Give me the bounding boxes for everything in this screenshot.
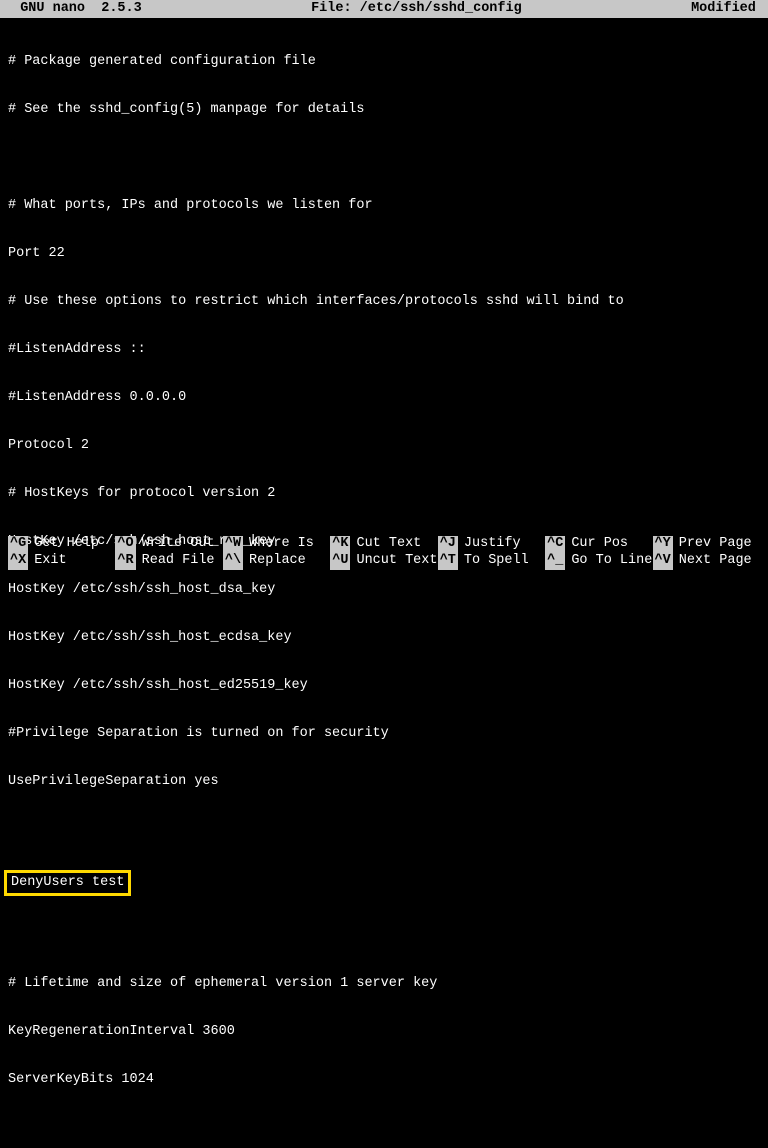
shortcut-bar: ^GGet Help ^OWrite Out ^WWhere Is ^KCut … bbox=[0, 536, 768, 574]
shortcut-cur-pos[interactable]: ^CCur Pos bbox=[545, 536, 652, 553]
editor-content[interactable]: # Package generated configuration file #… bbox=[0, 18, 768, 1148]
file-line: # Package generated configuration file bbox=[8, 54, 760, 70]
file-line: # See the sshd_config(5) manpage for det… bbox=[8, 102, 760, 118]
file-line bbox=[8, 822, 760, 838]
file-line: Port 22 bbox=[8, 246, 760, 262]
file-line: HostKey /etc/ssh/ssh_host_ed25519_key bbox=[8, 678, 760, 694]
shortcut-prev-page[interactable]: ^YPrev Page bbox=[653, 536, 760, 553]
shortcut-justify[interactable]: ^JJustify bbox=[438, 536, 545, 553]
shortcut-get-help[interactable]: ^GGet Help bbox=[8, 536, 115, 553]
file-line bbox=[8, 928, 760, 944]
shortcut-row-2: ^XExit ^RRead File ^\Replace ^UUncut Tex… bbox=[8, 553, 760, 570]
app-name: GNU nano 2.5.3 bbox=[4, 1, 142, 17]
file-path: File: /etc/ssh/sshd_config bbox=[142, 1, 691, 17]
highlighted-line-box: DenyUsers test bbox=[8, 870, 760, 896]
file-line: # What ports, IPs and protocols we liste… bbox=[8, 198, 760, 214]
file-line: #ListenAddress 0.0.0.0 bbox=[8, 390, 760, 406]
file-line: KeyRegenerationInterval 3600 bbox=[8, 1024, 760, 1040]
modified-status: Modified bbox=[691, 1, 764, 17]
shortcut-where-is[interactable]: ^WWhere Is bbox=[223, 536, 330, 553]
shortcut-go-to-line[interactable]: ^_Go To Line bbox=[545, 553, 652, 570]
shortcut-write-out[interactable]: ^OWrite Out bbox=[115, 536, 222, 553]
file-line: UsePrivilegeSeparation yes bbox=[8, 774, 760, 790]
shortcut-row-1: ^GGet Help ^OWrite Out ^WWhere Is ^KCut … bbox=[8, 536, 760, 553]
editor-titlebar: GNU nano 2.5.3 File: /etc/ssh/sshd_confi… bbox=[0, 0, 768, 18]
file-line: # HostKeys for protocol version 2 bbox=[8, 486, 760, 502]
file-line: #Privilege Separation is turned on for s… bbox=[8, 726, 760, 742]
file-line bbox=[8, 1120, 760, 1136]
file-line: # Lifetime and size of ephemeral version… bbox=[8, 976, 760, 992]
shortcut-to-spell[interactable]: ^TTo Spell bbox=[438, 553, 545, 570]
file-line bbox=[8, 150, 760, 166]
shortcut-read-file[interactable]: ^RRead File bbox=[115, 553, 222, 570]
file-line: ServerKeyBits 1024 bbox=[8, 1072, 760, 1088]
file-line: HostKey /etc/ssh/ssh_host_dsa_key bbox=[8, 582, 760, 598]
file-line: #ListenAddress :: bbox=[8, 342, 760, 358]
shortcut-uncut-text[interactable]: ^UUncut Text bbox=[330, 553, 437, 570]
file-line: # Use these options to restrict which in… bbox=[8, 294, 760, 310]
file-line: HostKey /etc/ssh/ssh_host_ecdsa_key bbox=[8, 630, 760, 646]
shortcut-exit[interactable]: ^XExit bbox=[8, 553, 115, 570]
shortcut-cut-text[interactable]: ^KCut Text bbox=[330, 536, 437, 553]
highlighted-line: DenyUsers test bbox=[4, 870, 131, 896]
shortcut-next-page[interactable]: ^VNext Page bbox=[653, 553, 760, 570]
file-line: Protocol 2 bbox=[8, 438, 760, 454]
shortcut-replace[interactable]: ^\Replace bbox=[223, 553, 330, 570]
